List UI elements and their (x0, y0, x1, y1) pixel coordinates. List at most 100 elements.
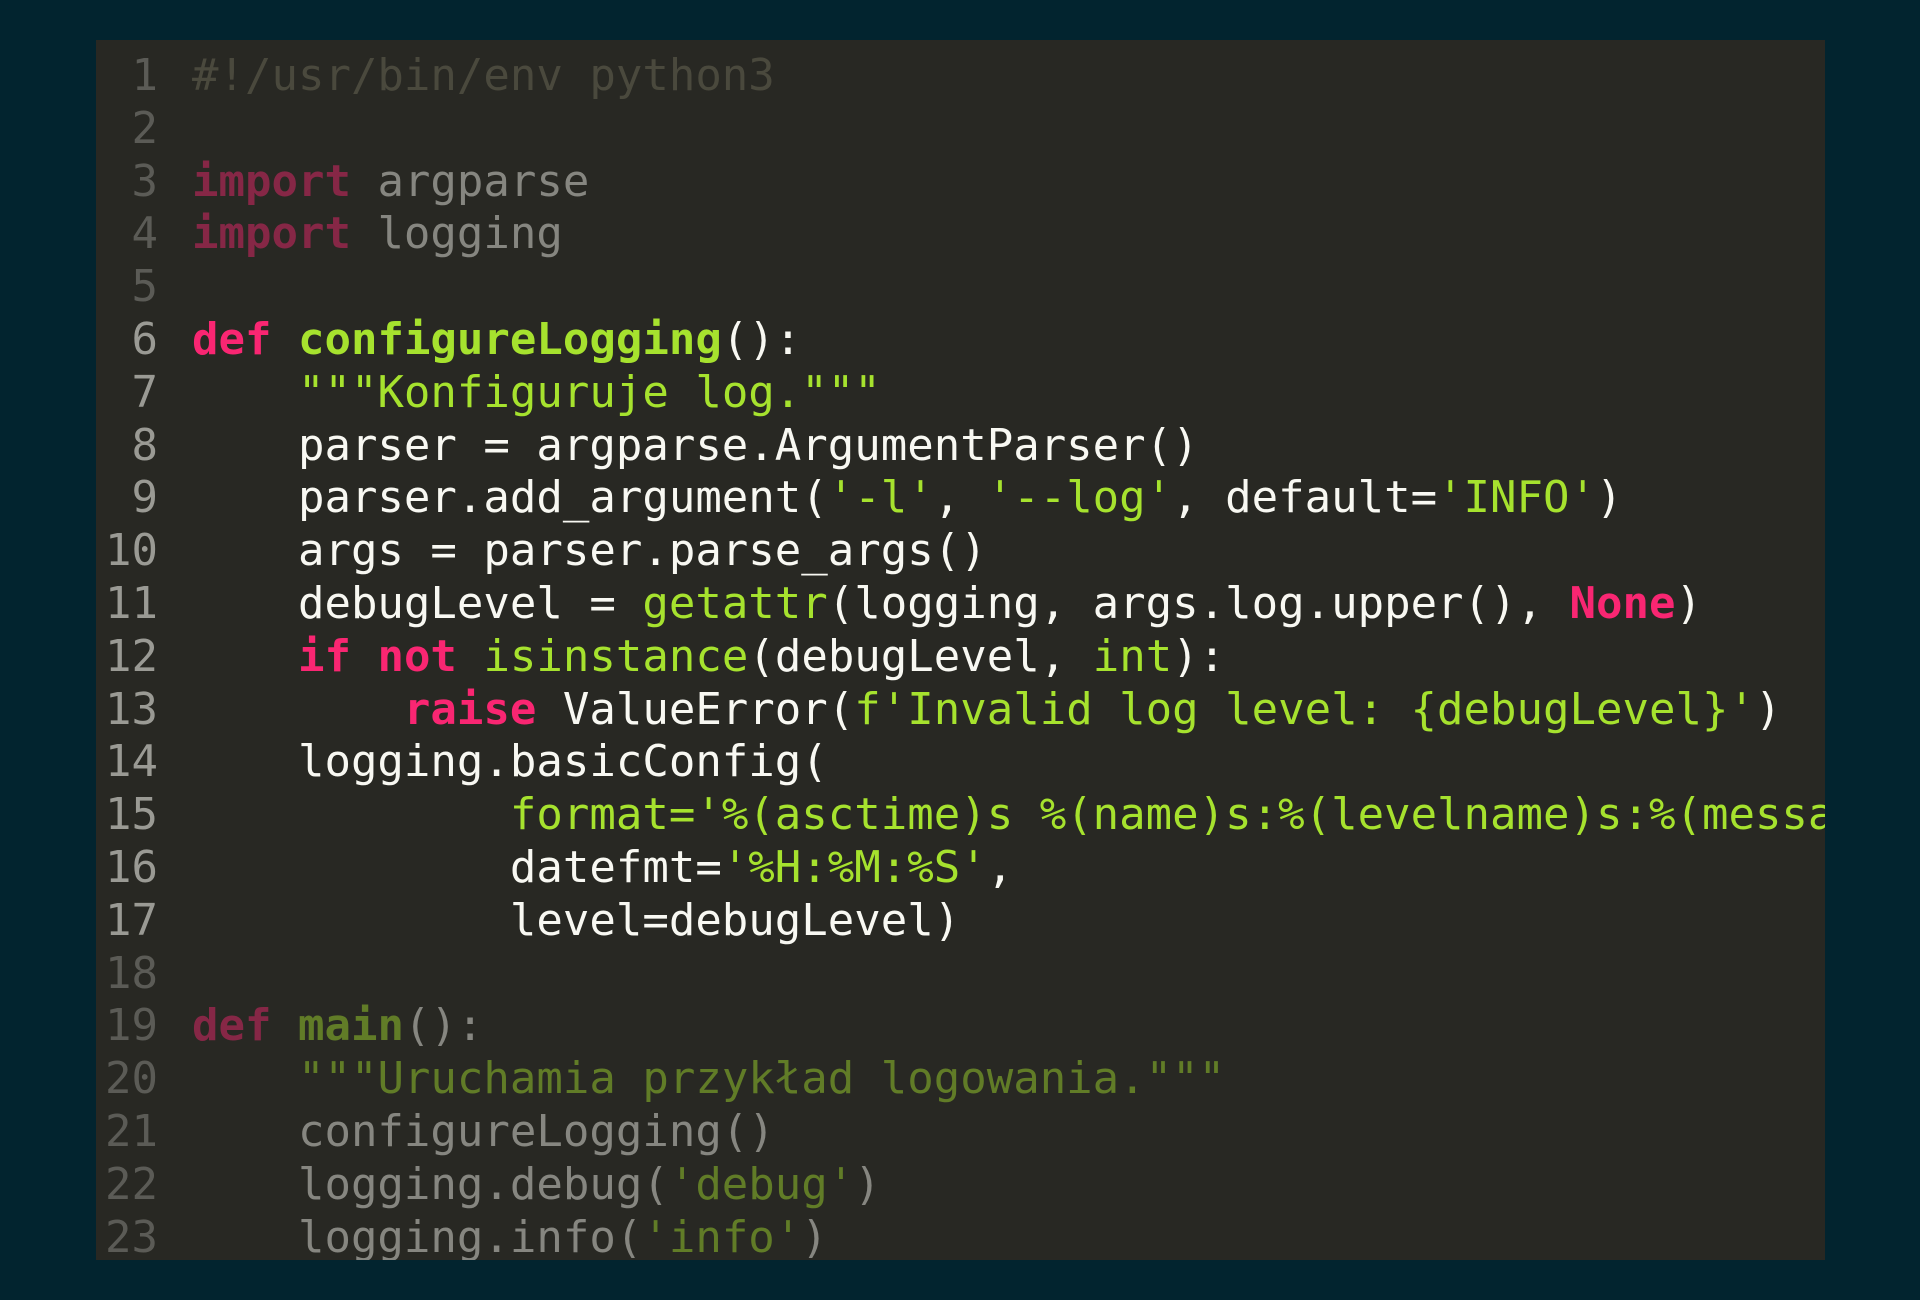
code-token: (debugLevel, (748, 630, 1093, 682)
code-token: """Konfiguruje log.""" (297, 366, 881, 418)
code-token: (logging, args.log.upper(), (827, 577, 1570, 629)
line-source: parser = argparse.ArgumentParser() (192, 420, 1199, 473)
line-source: raise ValueError(f'Invalid log level: {d… (192, 683, 1782, 737)
code-token: ) (1754, 683, 1782, 735)
line-source: """Konfiguruje log.""" (192, 367, 881, 420)
code-line: 18 (96, 948, 1825, 1001)
line-number: 1 (131, 50, 159, 101)
code-line: 14 logging.basicConfig( (96, 736, 1825, 789)
code-token: def (192, 313, 272, 365)
code-line: 21 configureLogging() (96, 1106, 1825, 1159)
code-token: datefmt= (192, 841, 722, 893)
code-token: ValueError( (536, 683, 855, 735)
code-token: ) (1675, 577, 1702, 629)
code-token: logging.basicConfig( (192, 736, 828, 788)
code-token: int (1092, 630, 1173, 682)
code-token: (): (403, 1000, 484, 1052)
code-line: 11 debugLevel = getattr(logging, args.lo… (96, 578, 1825, 631)
code-line: 7 """Konfiguruje log.""" (96, 367, 1825, 420)
code-token: '%(asctime)s %(name)s:%(levelname)s:%(me… (695, 789, 1825, 841)
code-token: argparse (350, 155, 590, 207)
line-number: 22 (105, 1158, 158, 1210)
line-number: 5 (131, 261, 159, 313)
code-line: 19 def main(): (96, 1000, 1825, 1053)
line-number: 20 (105, 1053, 158, 1105)
code-line: 22 logging.debug('debug') (96, 1159, 1825, 1212)
line-source: debugLevel = getattr(logging, args.log.u… (192, 578, 1702, 631)
code-token: '%H:%M:%S' (721, 841, 987, 893)
code-editor-panel: 1 #!/usr/bin/env python3 2 3 import argparse… (96, 40, 1825, 1260)
code-token: main (297, 1000, 404, 1052)
line-number: 3 (131, 155, 159, 207)
line-source: if not isinstance(debugLevel, int): (192, 631, 1225, 684)
code-line: 20 """Uruchamia przykład logowania.""" (96, 1053, 1825, 1106)
code-line: 16 datefmt='%H:%M:%S', (96, 842, 1825, 895)
line-number: 17 (105, 894, 158, 946)
code-token: f'Invalid log level: {debugLevel}' (854, 683, 1755, 735)
code-line: 3 import argparse (96, 156, 1825, 209)
code-token: 'INFO' (1437, 472, 1597, 524)
line-source: def main(): (192, 1000, 483, 1053)
code-token: args = parser.parse_args() (192, 525, 987, 577)
code-line: 12 if not isinstance(debugLevel, int): (96, 631, 1825, 684)
line-source: configureLogging() (192, 1106, 775, 1159)
line-number: 10 (105, 525, 158, 577)
code-token: import (192, 208, 351, 260)
line-source: logging.info('info') (192, 1212, 828, 1260)
code-token: '--log' (986, 472, 1173, 524)
line-number: 16 (105, 841, 158, 893)
code-token: format= (192, 789, 696, 841)
code-token: getattr (642, 577, 828, 629)
code-token: configureLogging (297, 313, 722, 365)
line-source: logging.debug('debug') (192, 1159, 881, 1212)
code-line: 9 parser.add_argument('-l', '--log', def… (96, 472, 1825, 525)
code-token: 'info' (642, 1211, 802, 1260)
line-number: 13 (105, 683, 158, 735)
code-line: 17 level=debugLevel) (96, 895, 1825, 948)
line-source: import logging (192, 208, 563, 261)
line-number: 15 (105, 789, 158, 841)
code-token: ) (854, 1158, 881, 1210)
code-block[interactable]: 1 #!/usr/bin/env python3 2 3 import argparse… (96, 50, 1825, 1260)
line-number: 12 (105, 630, 158, 682)
line-number: 8 (131, 419, 159, 471)
code-token: ): (1172, 630, 1226, 682)
code-line: 4 import logging (96, 208, 1825, 261)
line-number: 6 (131, 313, 159, 365)
code-token: import (192, 155, 351, 207)
code-token: ) (801, 1211, 828, 1260)
code-line: 2 (96, 103, 1825, 156)
line-number: 21 (105, 1105, 158, 1157)
code-line: 15 format='%(asctime)s %(name)s:%(leveln… (96, 789, 1825, 842)
code-line: 1 #!/usr/bin/env python3 (96, 50, 1825, 103)
code-token: 'debug' (668, 1158, 855, 1210)
code-token: parser = argparse.ArgumentParser() (192, 419, 1199, 471)
code-line: 23 logging.info('info') (96, 1212, 1825, 1260)
code-token: debugLevel = (192, 577, 643, 629)
line-number: 18 (105, 947, 158, 999)
line-source: args = parser.parse_args() (192, 525, 987, 578)
code-token: """Uruchamia przykład logowania.""" (297, 1053, 1226, 1105)
code-line: 13 raise ValueError(f'Invalid log level:… (96, 684, 1825, 737)
line-source: #!/usr/bin/env python3 (192, 50, 775, 103)
code-token: , (933, 472, 987, 524)
code-token: ) (1596, 472, 1623, 524)
line-source: """Uruchamia przykład logowania.""" (192, 1053, 1225, 1106)
code-token: isinstance (483, 630, 749, 682)
line-source: format='%(asctime)s %(name)s:%(levelname… (192, 789, 1825, 842)
line-source: datefmt='%H:%M:%S', (192, 842, 1013, 895)
code-token: logging.info( (192, 1211, 643, 1260)
code-token: '-l' (827, 472, 934, 524)
line-number: 23 (105, 1211, 158, 1260)
line-source: logging.basicConfig( (192, 736, 828, 789)
code-line: 6 def configureLogging(): (96, 314, 1825, 367)
code-token: , default= (1172, 472, 1438, 524)
line-number: 19 (105, 1000, 158, 1052)
code-token: (): (721, 313, 802, 365)
